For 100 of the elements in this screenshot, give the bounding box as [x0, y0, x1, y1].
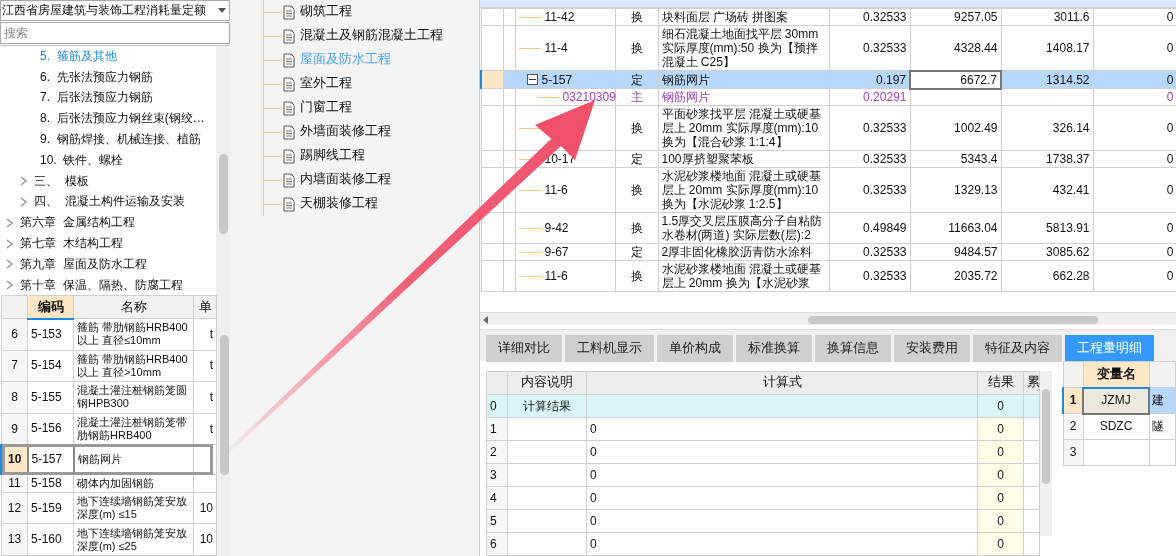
table-cell: 换 — [615, 260, 658, 292]
scroll-left-icon — [483, 315, 488, 324]
row-header[interactable] — [481, 243, 503, 261]
tree-item[interactable]: 四、 混凝土构件运输及安装 — [0, 191, 216, 213]
row-number: 6 — [1, 318, 28, 351]
table-cell: 0.32533 — [829, 243, 910, 261]
tree-item[interactable]: 混凝土及钢筋混凝土工程 — [300, 28, 443, 44]
table-cell: 3011.6 — [1001, 8, 1093, 26]
table-cell: 地下连续墙钢筋笼安放深度(m) ≤25 — [73, 523, 194, 556]
column-header[interactable]: 编码 — [27, 295, 74, 319]
column-header[interactable]: 单 — [193, 295, 217, 319]
column-header[interactable]: 计算式 — [586, 371, 978, 395]
table-cell: 定 — [615, 150, 658, 168]
table-cell: 2厚非固化橡胶沥青防水涂料 — [658, 243, 829, 261]
row-number: 9 — [1, 413, 28, 445]
tree-item[interactable]: 第六章 金属结构工程 — [0, 212, 216, 234]
table-cell: 地下连续墙钢筋笼安放深度(m) ≤15 — [73, 492, 194, 524]
row-number: 7 — [1, 350, 28, 382]
column-header[interactable]: 名称 — [73, 295, 194, 319]
row-header[interactable] — [481, 8, 503, 26]
table-cell: 662.28 — [1001, 260, 1093, 292]
row-number: 5 — [486, 509, 508, 533]
table-cell: 0.32533 — [829, 25, 910, 71]
scrollbar[interactable] — [1040, 371, 1052, 536]
tab[interactable]: 标准换算 — [736, 335, 812, 362]
row-header[interactable] — [481, 70, 503, 89]
tree-item[interactable]: 踢脚线工程 — [300, 148, 365, 164]
table-cell: 5813.91 — [1001, 212, 1093, 244]
tree-item[interactable]: 第九章 屋面及防水工程 — [0, 253, 216, 275]
tree-item[interactable]: 内墙面装修工程 — [300, 172, 391, 188]
table-cell: 11-4 — [544, 41, 568, 55]
table-cell: 100厚挤塑聚苯板 — [658, 150, 829, 168]
tree-item[interactable]: 7. 后张法预应力钢筋 — [0, 87, 216, 109]
scrollbar[interactable] — [216, 46, 230, 295]
table-cell: 0 — [586, 463, 978, 487]
header-cell — [486, 371, 508, 395]
tree-item[interactable]: 门窗工程 — [300, 100, 352, 116]
tree-item[interactable]: 三、 模板 — [0, 170, 216, 192]
table-cell: 1408.17 — [1001, 25, 1093, 71]
tree-item[interactable]: 9. 钢筋焊接、机械连接、植筋 — [0, 129, 216, 150]
table-cell: 11663.04 — [910, 212, 1001, 244]
column-header[interactable]: 变量名 — [1083, 361, 1149, 388]
table-cell: t — [193, 318, 217, 351]
table-cell: 326.14 — [1001, 105, 1093, 151]
tab[interactable]: 详细对比 — [486, 335, 562, 362]
table-cell: 0 — [586, 532, 978, 556]
table-cell: 换 — [615, 105, 658, 151]
tree-item[interactable]: 10. 铁件、螺栓 — [0, 150, 216, 171]
row-number: 2 — [1063, 413, 1083, 440]
chevron-icon — [20, 176, 28, 187]
table-cell: 砌体内加固钢筋 — [73, 474, 194, 493]
chevron-icon — [6, 217, 14, 228]
table-cell: 0.32533 — [829, 260, 910, 292]
table-cell: 11-42 — [544, 10, 575, 24]
row-number: 3 — [1063, 439, 1083, 466]
table-cell: 1.5厚交叉层压膜高分子自粘防水卷材(两道) 实际层数(层):2 — [658, 212, 829, 244]
tree-item[interactable]: 6. 先张法预应力钢筋 — [0, 66, 216, 88]
tab[interactable]: 安装费用 — [894, 335, 970, 362]
table-cell: 9-42 — [544, 221, 569, 235]
row-header[interactable] — [481, 105, 503, 151]
tab[interactable]: 单价构成 — [657, 335, 733, 362]
column-header[interactable]: 结果 — [977, 371, 1024, 395]
table-cell: 0.32533 — [829, 8, 910, 26]
table-cell: 定 — [615, 243, 658, 261]
library-dropdown[interactable]: 江西省房屋建筑与装饰工程消耗量定额 — [0, 0, 230, 21]
row-header[interactable] — [481, 25, 503, 71]
table-cell: 0 — [586, 417, 978, 441]
row-number: 1 — [486, 417, 508, 441]
tree-item[interactable]: 第七章 木结构工程 — [0, 233, 216, 254]
table-cell: 0.32533 — [829, 167, 910, 213]
tree-item[interactable]: 天棚装修工程 — [300, 196, 378, 212]
table-cell: 平面砂浆找平层 混凝土或硬基层上 20mm 实际厚度(mm):10 换为【混合砂浆 1:1:4】 — [658, 105, 829, 151]
table-cell: 432.41 — [1001, 167, 1093, 213]
table-cell: 2035.72 — [910, 260, 1001, 292]
table-cell: 箍筋 带肋钢筋HRB400以上 直径>10mm — [73, 350, 194, 382]
row-header[interactable] — [481, 260, 503, 292]
tree-item[interactable]: 第十章 保温、隔热、防腐工程 — [0, 274, 216, 295]
column-header[interactable]: 内容说明 — [507, 371, 587, 395]
tree-item[interactable]: 室外工程 — [300, 76, 352, 92]
tree-item[interactable]: 砌筑工程 — [300, 4, 352, 20]
tree-item[interactable]: 5. 箍筋及其他 — [0, 46, 216, 67]
tree-item[interactable]: 8. 后张法预应力钢丝束(钢绞… — [0, 108, 216, 130]
row-header[interactable] — [481, 88, 503, 106]
scrollbar[interactable] — [480, 311, 1176, 325]
table-cell: t — [193, 381, 217, 414]
document-icon — [283, 4, 295, 20]
tab[interactable]: 换算信息 — [815, 335, 891, 362]
document-icon — [283, 28, 295, 44]
tab[interactable]: 特征及内容 — [973, 335, 1062, 362]
row-header[interactable] — [481, 150, 503, 168]
table-cell: 0 — [586, 440, 978, 464]
table-cell: 水泥砂浆楼地面 混凝土或硬基层上 20mm 实际厚度(mm):10 换为【水泥砂浆 1:2.5】 — [658, 167, 829, 213]
table-cell: 9484.57 — [910, 243, 1001, 261]
header-cell — [1, 295, 28, 319]
chevron-icon — [6, 238, 14, 249]
search-field[interactable]: 搜索 — [0, 22, 230, 44]
table-cell: JZMJ — [1083, 387, 1149, 414]
tab[interactable]: 工料机显示 — [565, 335, 654, 362]
tree-item[interactable]: 外墙面装修工程 — [300, 124, 391, 140]
collapse-button[interactable] — [526, 74, 538, 85]
